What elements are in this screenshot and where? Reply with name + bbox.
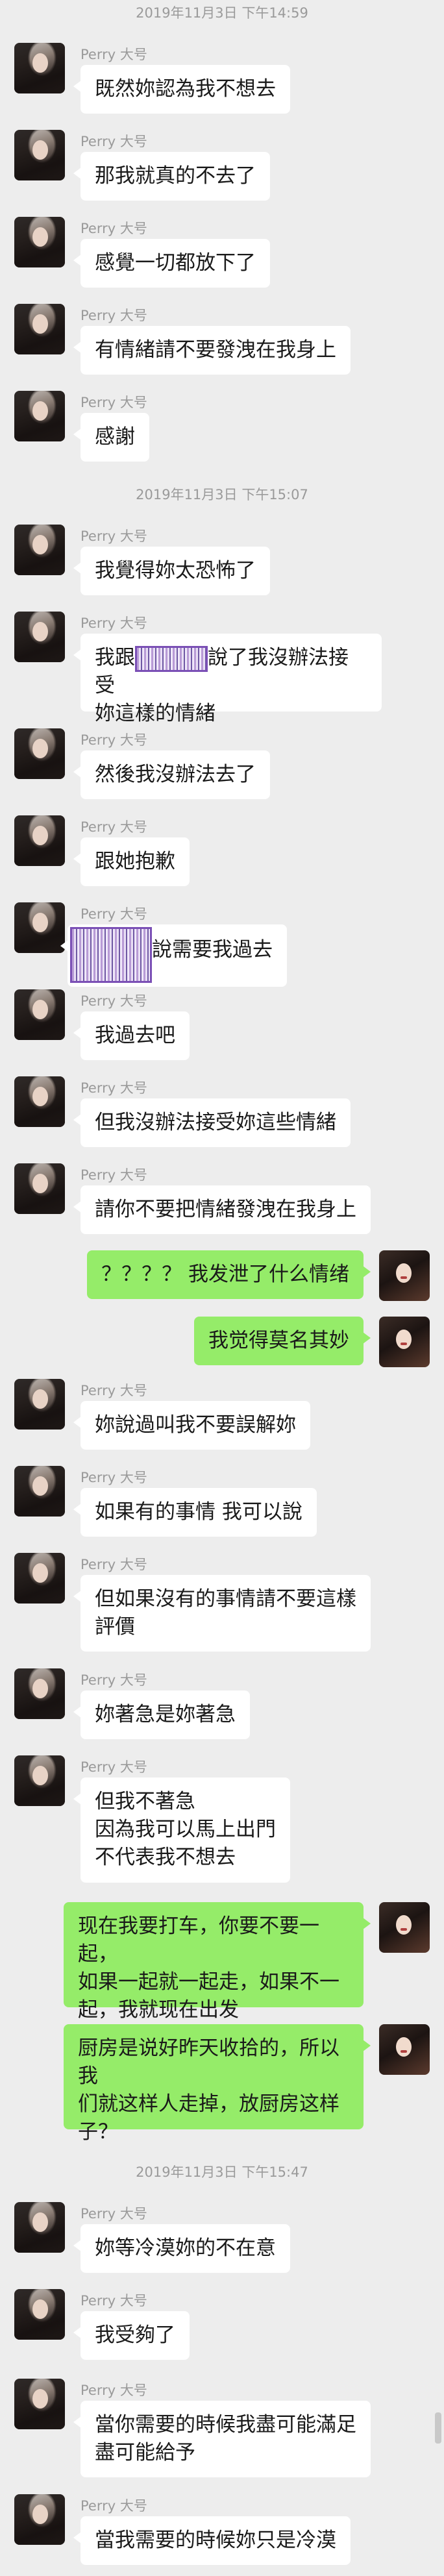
message-bubble[interactable]: 既然妳認為我不想去 xyxy=(73,65,290,114)
message-bubble[interactable]: 當你需要的時候我盡可能滿足 盡可能給予 xyxy=(73,2401,371,2477)
sender-name: Perry 大号 xyxy=(80,1383,147,1398)
sender-avatar[interactable] xyxy=(14,43,65,93)
sender-name: Perry 大号 xyxy=(80,2383,147,2398)
sender-avatar[interactable] xyxy=(14,2379,65,2429)
sender-avatar[interactable] xyxy=(14,815,65,866)
message-bubble[interactable]: 感謝 xyxy=(73,413,149,462)
message-bubble[interactable]: 我跟 說了我沒辦法接受 妳這樣的情緒 xyxy=(73,634,382,725)
sender-name: Perry 大号 xyxy=(80,2206,147,2222)
sender-name: Perry 大号 xyxy=(80,395,147,410)
sender-avatar[interactable] xyxy=(14,1163,65,1214)
sender-avatar[interactable] xyxy=(14,391,65,441)
sender-name: Perry 大号 xyxy=(80,732,147,748)
sender-name: Perry 大号 xyxy=(80,134,147,149)
message-bubble[interactable]: 妳說過叫我不要誤解妳 xyxy=(73,1401,310,1450)
my-avatar[interactable] xyxy=(379,1250,430,1301)
sender-avatar[interactable] xyxy=(14,1755,65,1806)
sender-avatar[interactable] xyxy=(14,2289,65,2340)
timestamp: 2019年11月3日 下午15:47 xyxy=(136,2164,308,2180)
scrollbar[interactable] xyxy=(435,2412,441,2444)
message-bubble[interactable]: 感覺一切都放下了 xyxy=(73,239,270,288)
message-bubble[interactable]: 請你不要把情緒發洩在我身上 xyxy=(73,1185,371,1234)
sender-avatar[interactable] xyxy=(14,2202,65,2253)
message-bubble[interactable]: 那我就真的不去了 xyxy=(73,152,270,201)
sender-name: Perry 大号 xyxy=(80,615,147,631)
message-bubble[interactable]: 我覺得妳太恐怖了 xyxy=(73,547,270,595)
sender-name: Perry 大号 xyxy=(80,528,147,544)
sender-name: Perry 大号 xyxy=(80,1672,147,1688)
message-bubble[interactable]: 當我需要的時候妳只是冷漠 xyxy=(73,2516,351,2565)
message-bubble[interactable]: 我受夠了 xyxy=(73,2311,190,2360)
sender-avatar[interactable] xyxy=(14,612,65,662)
sender-avatar[interactable] xyxy=(14,728,65,779)
message-bubble[interactable]: 厨房是说好昨天收拾的，所以我 们就这样人走掉，放厨房这样 子？ xyxy=(64,2024,371,2144)
my-avatar[interactable] xyxy=(379,2024,430,2075)
sender-name: Perry 大号 xyxy=(80,47,147,62)
sender-name: Perry 大号 xyxy=(80,819,147,835)
message-text-start: 我跟 xyxy=(95,646,135,669)
message-bubble[interactable]: 我過去吧 xyxy=(73,1011,190,1060)
message-bubble[interactable]: 說需要我過去 xyxy=(60,924,287,987)
sender-name: Perry 大号 xyxy=(80,2498,147,2514)
sender-name: Perry 大号 xyxy=(80,1167,147,1183)
sender-name: Perry 大号 xyxy=(80,1557,147,1572)
sender-avatar[interactable] xyxy=(14,1668,65,1719)
message-bubble[interactable]: 有情緒請不要發洩在我身上 xyxy=(73,326,351,375)
message-bubble[interactable]: ？？？？ 我发泄了什么情绪 xyxy=(87,1250,371,1299)
timestamp: 2019年11月3日 下午15:07 xyxy=(136,487,308,502)
sender-name: Perry 大号 xyxy=(80,221,147,236)
sender-avatar[interactable] xyxy=(14,902,65,953)
sender-avatar[interactable] xyxy=(14,1466,65,1517)
message-text: 說需要我過去 xyxy=(152,938,273,961)
sender-avatar[interactable] xyxy=(14,1076,65,1127)
sender-name: Perry 大号 xyxy=(80,2293,147,2309)
sender-name: Perry 大号 xyxy=(80,1470,147,1485)
message-bubble[interactable]: 妳著急是妳著急 xyxy=(73,1690,250,1739)
my-avatar[interactable] xyxy=(379,1317,430,1367)
sender-name: Perry 大号 xyxy=(80,906,147,922)
redacted-name xyxy=(70,927,152,983)
message-bubble[interactable]: 我觉得莫名其妙 xyxy=(194,1317,371,1365)
sender-name: Perry 大号 xyxy=(80,1759,147,1775)
sender-avatar[interactable] xyxy=(14,1379,65,1430)
message-bubble[interactable]: 现在我要打车，你要不要一起， 如果一起就一起走，如果不一 起，我就现在出发 xyxy=(64,1902,371,2022)
sender-avatar[interactable] xyxy=(14,304,65,354)
sender-avatar[interactable] xyxy=(14,2494,65,2545)
sender-name: Perry 大号 xyxy=(80,1080,147,1096)
redacted-name xyxy=(135,645,208,672)
sender-avatar[interactable] xyxy=(14,989,65,1040)
message-bubble[interactable]: 跟她抱歉 xyxy=(73,837,190,886)
sender-avatar[interactable] xyxy=(14,217,65,267)
message-bubble[interactable]: 但我沒辦法接受妳這些情緒 xyxy=(73,1098,351,1147)
message-bubble[interactable]: 然後我沒辦法去了 xyxy=(73,750,270,799)
message-bubble[interactable]: 妳等冷漠妳的不在意 xyxy=(73,2224,290,2273)
sender-name: Perry 大号 xyxy=(80,308,147,323)
message-bubble[interactable]: 如果有的事情 我可以說 xyxy=(73,1488,317,1537)
message-bubble[interactable]: 但我不著急 因為我可以馬上出門 不代表我不想去 xyxy=(73,1777,290,1883)
sender-avatar[interactable] xyxy=(14,130,65,180)
sender-avatar[interactable] xyxy=(14,1553,65,1604)
sender-name: Perry 大号 xyxy=(80,993,147,1009)
message-bubble[interactable]: 但如果沒有的事情請不要這樣 評價 xyxy=(73,1575,371,1652)
sender-avatar[interactable] xyxy=(14,525,65,575)
timestamp: 2019年11月3日 下午14:59 xyxy=(136,5,308,21)
my-avatar[interactable] xyxy=(379,1902,430,1953)
